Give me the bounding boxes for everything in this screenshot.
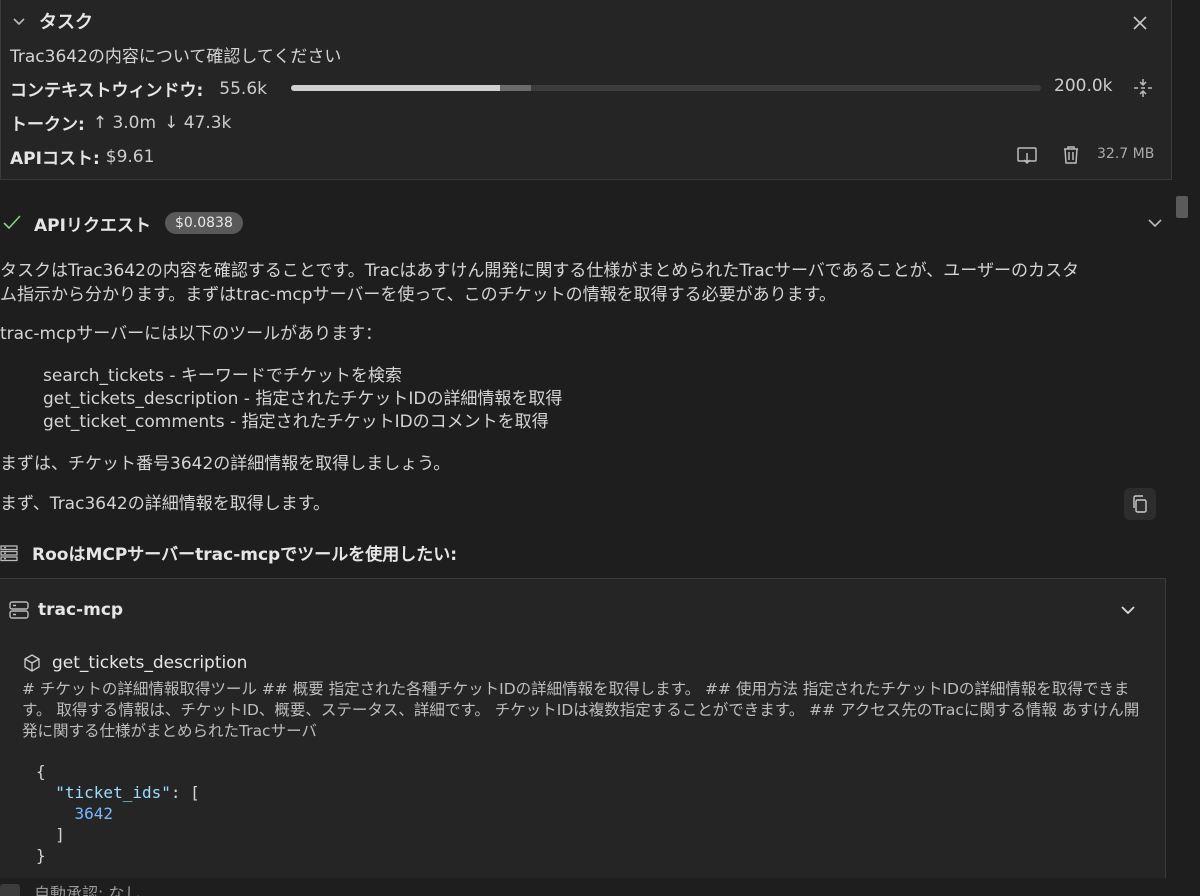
chevron-down-icon[interactable]: [1146, 214, 1164, 232]
tokens-label: トークン:: [10, 115, 85, 135]
task-title: タスク: [39, 12, 93, 33]
tool-name: get_tickets_description: [52, 653, 248, 673]
message-paragraph-1-line-2: ム指示から分かります。まずはtrac-mcpサーバーを使って、このチケットの情報…: [0, 285, 836, 305]
tool-row: get_tickets_description: [22, 653, 247, 673]
api-cost-label: APIコスト:: [10, 149, 100, 169]
mcp-server-row[interactable]: trac-mcp: [8, 599, 123, 621]
server-icon: [9, 601, 29, 619]
cube-icon: [24, 654, 40, 672]
context-window-label: コンテキストウィンドウ:: [10, 81, 204, 101]
copy-button[interactable]: [1124, 488, 1156, 520]
mcp-request-header: RooはMCPサーバーtrac-mcpでツールを使用したい:: [0, 540, 457, 565]
api-request-row[interactable]: APIリクエスト $0.0838: [0, 206, 1172, 240]
chevron-down-icon[interactable]: [11, 13, 27, 29]
mcp-server-name: trac-mcp: [38, 600, 124, 620]
chevron-down-icon[interactable]: [1119, 601, 1137, 619]
message-paragraph-3: まずは、チケット番号3642の詳細情報を取得しましょう。: [0, 454, 451, 474]
auto-approve-label: 自動承認: なし: [34, 884, 141, 896]
tokens-out: ↓ 47.3k: [164, 112, 232, 133]
task-header: タスク Trac3642の内容について確認してください コンテキストウィンドウ:…: [0, 0, 1172, 180]
context-used-value: 55.6k: [219, 78, 267, 99]
auto-approve-checkbox[interactable]: [0, 884, 20, 896]
code-value: 3642: [74, 804, 114, 823]
tool-list: search_tickets - キーワードでチケットを検索 get_ticke…: [43, 365, 562, 434]
scrollbar-thumb[interactable]: [1176, 196, 1188, 218]
context-reserved-fill: [499, 85, 531, 91]
auto-approve-row[interactable]: 自動承認: なし: [0, 882, 1172, 896]
check-icon: [3, 215, 21, 230]
context-window-bar: [291, 85, 1041, 91]
message-paragraph-2: trac-mcpサーバーには以下のツールがあります：: [0, 324, 383, 344]
code-key: "ticket_ids": [55, 783, 171, 802]
task-description: Trac3642の内容について確認してください: [10, 47, 342, 67]
mcp-request-text: RooはMCPサーバーtrac-mcpでツールを使用したい:: [32, 545, 458, 565]
context-max-value: 200.0k: [1054, 76, 1113, 96]
export-icon[interactable]: [1015, 144, 1039, 168]
copy-icon: [1133, 495, 1147, 513]
trash-icon[interactable]: [1059, 143, 1083, 167]
code-brace: }: [36, 846, 46, 865]
context-used-fill: [291, 85, 500, 91]
tool-arguments-code: { "ticket_ids": [ 3642 ] }: [36, 761, 200, 866]
list-item: search_tickets - キーワードでチケットを検索: [43, 366, 402, 386]
task-title-row[interactable]: タスク: [11, 8, 93, 34]
message-paragraph-4: まず、Trac3642の詳細情報を取得します。: [0, 494, 331, 514]
code-brace: {: [36, 762, 46, 781]
api-request-cost-badge: $0.0838: [164, 212, 243, 234]
code-punct: : [: [170, 783, 200, 802]
condense-context-icon[interactable]: [1131, 76, 1155, 100]
close-icon[interactable]: [1131, 14, 1149, 32]
memory-usage: 32.7 MB: [1097, 146, 1155, 162]
list-item: get_tickets_description - 指定されたチケットIDの詳細…: [43, 389, 563, 409]
tool-description: # チケットの詳細情報取得ツール ## 概要 指定された各種チケットIDの詳細情…: [22, 680, 1140, 740]
message-paragraph-1-line-1: タスクはTrac3642の内容を確認することです。Tracはあすけん開発に関する…: [0, 261, 1079, 281]
api-request-title: APIリクエスト: [34, 215, 151, 236]
list-item: get_ticket_comments - 指定されたチケットIDのコメントを取…: [43, 412, 549, 432]
server-icon: [0, 544, 18, 561]
mcp-tool-panel: trac-mcp get_tickets_description # チケットの…: [0, 578, 1166, 878]
api-cost-value: $9.61: [105, 146, 155, 167]
code-bracket: ]: [55, 825, 65, 844]
tokens-in: ↑ 3.0m: [92, 112, 157, 133]
